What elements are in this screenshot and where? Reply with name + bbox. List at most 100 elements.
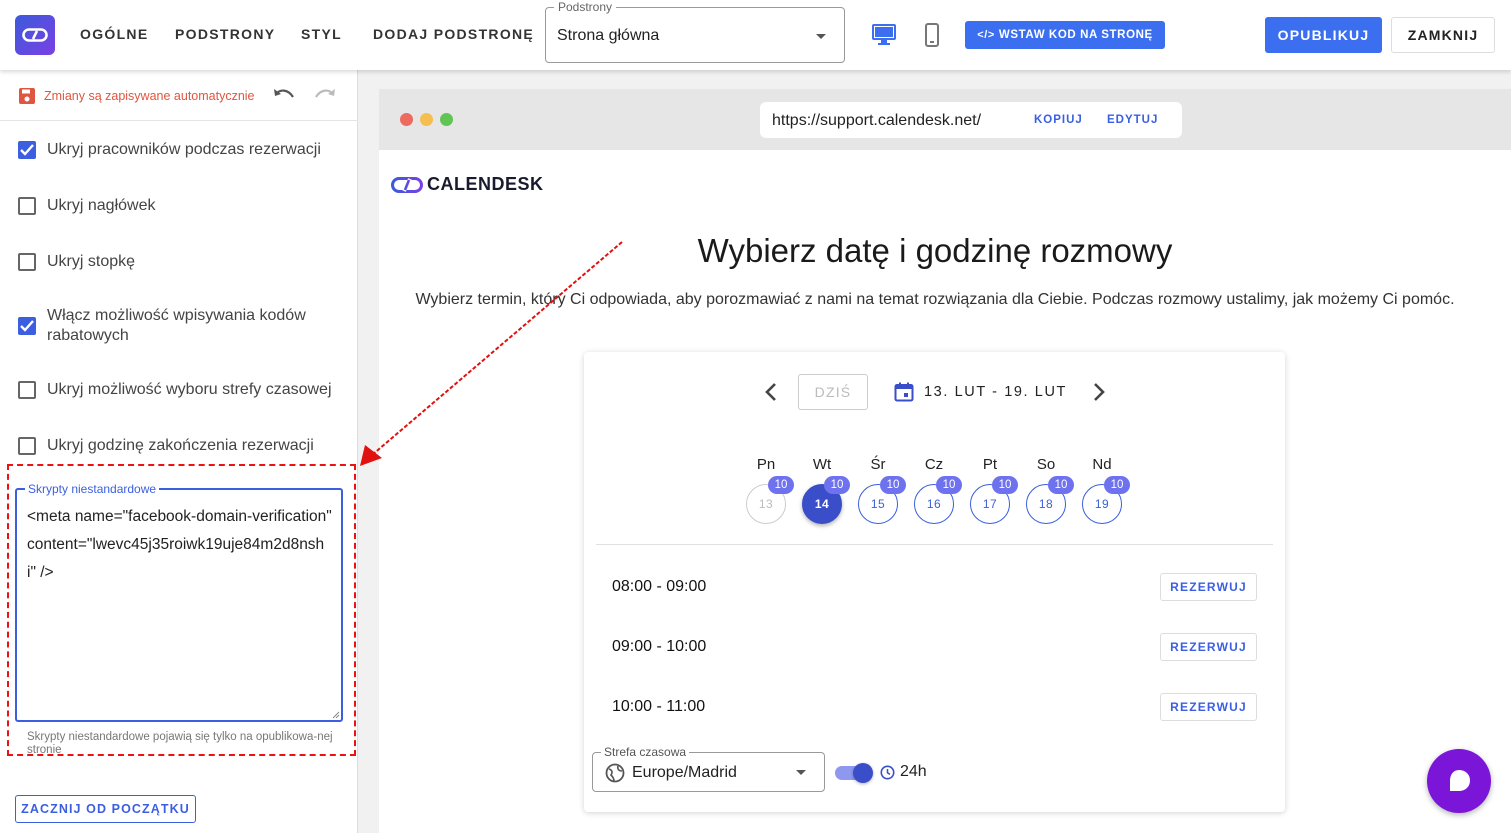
day-column: Pt 17 10 <box>970 456 1018 524</box>
embed-code-label: WSTAW KOD NA STRONĘ <box>998 29 1153 41</box>
timezone-select[interactable]: Strefa czasowa Europe/Madrid <box>592 745 825 792</box>
calendar-divider <box>596 544 1273 545</box>
time-slot: 08:00 - 09:00 <box>612 578 707 595</box>
browser-bar: https://support.calendesk.net/ KOPIUJ ED… <box>379 89 1511 150</box>
nav-subpages[interactable]: PODSTRONY <box>175 26 275 42</box>
logo-icon <box>22 28 48 42</box>
toggle-knob <box>853 763 873 783</box>
booking-calendar-card: DZIŚ 13. LUT - 19. LUT Pn 13 10 Wt 14 10 <box>584 352 1285 812</box>
day-name: Śr <box>870 456 886 473</box>
publish-button[interactable]: OPUBLIKUJ <box>1265 17 1382 53</box>
day-column: Wt 14 10 <box>802 456 850 524</box>
check-icon <box>20 144 34 156</box>
day-name: So <box>1036 456 1056 473</box>
sidebar-separator <box>0 120 358 121</box>
globe-icon <box>605 763 625 783</box>
option-enable-discount-codes[interactable]: Włącz możliwość wpisywania kodów rabatow… <box>18 306 318 346</box>
custom-scripts-value[interactable]: <meta name="facebook-domain-verification… <box>27 503 333 587</box>
calendesk-logo-icon <box>391 176 423 193</box>
option-hide-header[interactable]: Ukryj nagłówek <box>18 196 155 216</box>
url-box: https://support.calendesk.net/ KOPIUJ ED… <box>760 102 1182 138</box>
slot-count-badge: 10 <box>880 476 906 494</box>
code-icon: </> <box>977 29 995 41</box>
edit-url-button[interactable]: EDYTUJ <box>1107 114 1158 126</box>
checkbox-unchecked[interactable] <box>18 381 36 399</box>
option-hide-employees[interactable]: Ukryj pracowników podczas rezerwacji <box>18 140 321 160</box>
embed-code-button[interactable]: </> WSTAW KOD NA STRONĘ <box>965 21 1165 49</box>
custom-scripts-textarea[interactable]: Skrypty niestandardowe <meta name="faceb… <box>15 482 343 722</box>
custom-scripts-hint: Skrypty niestandardowe pojawią się tylko… <box>27 731 333 756</box>
window-maximize-dot <box>440 113 453 126</box>
chat-widget-button[interactable] <box>1427 749 1491 813</box>
option-hide-timezone[interactable]: Ukryj możliwość wyboru strefy czasowej <box>18 380 332 400</box>
book-button[interactable]: REZERWUJ <box>1160 693 1257 721</box>
checkbox-unchecked[interactable] <box>18 197 36 215</box>
page-title: Wybierz datę i godzinę rozmowy <box>697 232 1173 269</box>
window-close-dot <box>400 113 413 126</box>
check-icon <box>20 320 34 332</box>
option-label: Ukryj możliwość wyboru strefy czasowej <box>47 381 332 398</box>
slot-count-badge: 10 <box>768 476 794 494</box>
slot-count-badge: 10 <box>1048 476 1074 494</box>
checkbox-unchecked[interactable] <box>18 437 36 455</box>
chevron-left-icon[interactable] <box>764 382 778 402</box>
option-label: Ukryj godzinę zakończenia rezerwacji <box>47 437 314 454</box>
page-subtitle: Wybierz termin, który Ci odpowiada, aby … <box>415 291 1455 308</box>
checkbox-unchecked[interactable] <box>18 253 36 271</box>
date-range-label: 13. LUT - 19. LUT <box>924 384 1067 400</box>
chevron-right-icon[interactable] <box>1092 382 1106 402</box>
clock-format: 24h <box>880 763 927 781</box>
calendar-icon <box>894 382 914 402</box>
option-hide-end-time[interactable]: Ukryj godzinę zakończenia rezerwacji <box>18 436 314 456</box>
clock-format-toggle[interactable] <box>835 763 873 783</box>
subpage-select-value: Strona główna <box>557 27 660 44</box>
time-slot: 09:00 - 10:00 <box>612 638 707 655</box>
clock-format-label: 24h <box>900 763 927 780</box>
desktop-view-icon[interactable] <box>872 24 896 46</box>
date-range[interactable]: 13. LUT - 19. LUT <box>894 382 1067 402</box>
nav-general[interactable]: OGÓLNE <box>80 26 148 42</box>
top-bar: OGÓLNE PODSTRONY STYL DODAJ PODSTRONĘ Po… <box>0 0 1511 70</box>
resize-handle-icon[interactable] <box>332 711 340 719</box>
option-label: Włącz możliwość wpisywania kodów rabatow… <box>47 307 306 344</box>
redo-icon[interactable] <box>313 86 337 104</box>
day-column: Śr 15 10 <box>858 456 906 524</box>
today-button[interactable]: DZIŚ <box>798 374 868 410</box>
option-hide-footer[interactable]: Ukryj stopkę <box>18 252 135 272</box>
chevron-down-icon <box>816 34 826 39</box>
autosave-text: Zmiany są zapisywane automatycznie <box>44 89 255 103</box>
day-name: Wt <box>812 456 832 473</box>
timezone-value: Europe/Madrid <box>632 764 737 781</box>
start-over-button[interactable]: ZACZNIJ OD POCZĄTKU <box>15 795 196 823</box>
settings-sidebar: Zmiany są zapisywane automatycznie Ukryj… <box>0 70 358 833</box>
autosave-status: Zmiany są zapisywane automatycznie <box>18 87 255 105</box>
subpage-select[interactable]: Podstrony Strona główna <box>545 0 845 63</box>
slot-count-badge: 10 <box>936 476 962 494</box>
day-column: Nd 19 10 <box>1082 456 1130 524</box>
day-name: Cz <box>924 456 944 473</box>
option-label: Ukryj nagłówek <box>47 197 156 214</box>
slot-count-badge: 10 <box>1104 476 1130 494</box>
nav-add-subpage[interactable]: DODAJ PODSTRONĘ <box>373 26 534 42</box>
mobile-view-icon[interactable] <box>925 23 939 47</box>
brand-name: CALENDESK <box>427 174 544 194</box>
undo-icon[interactable] <box>272 86 296 104</box>
save-icon <box>19 88 35 104</box>
slot-count-badge: 10 <box>824 476 850 494</box>
nav-style[interactable]: STYL <box>301 26 342 42</box>
timezone-label: Strefa czasowa <box>601 745 690 759</box>
app-logo[interactable] <box>15 15 55 55</box>
checkbox-checked[interactable] <box>18 141 36 159</box>
clock-icon <box>880 765 895 779</box>
day-column: So 18 10 <box>1026 456 1074 524</box>
checkbox-checked[interactable] <box>18 317 36 335</box>
brand-logo: CALENDESK <box>391 174 544 195</box>
window-minimize-dot <box>420 113 433 126</box>
book-button[interactable]: REZERWUJ <box>1160 633 1257 661</box>
close-button[interactable]: ZAMKNIJ <box>1391 17 1495 53</box>
custom-scripts-label: Skrypty niestandardowe <box>25 482 160 496</box>
copy-url-button[interactable]: KOPIUJ <box>1034 114 1083 126</box>
page-url: https://support.calendesk.net/ <box>772 112 982 129</box>
book-button[interactable]: REZERWUJ <box>1160 573 1257 601</box>
option-label: Ukryj stopkę <box>47 253 136 270</box>
